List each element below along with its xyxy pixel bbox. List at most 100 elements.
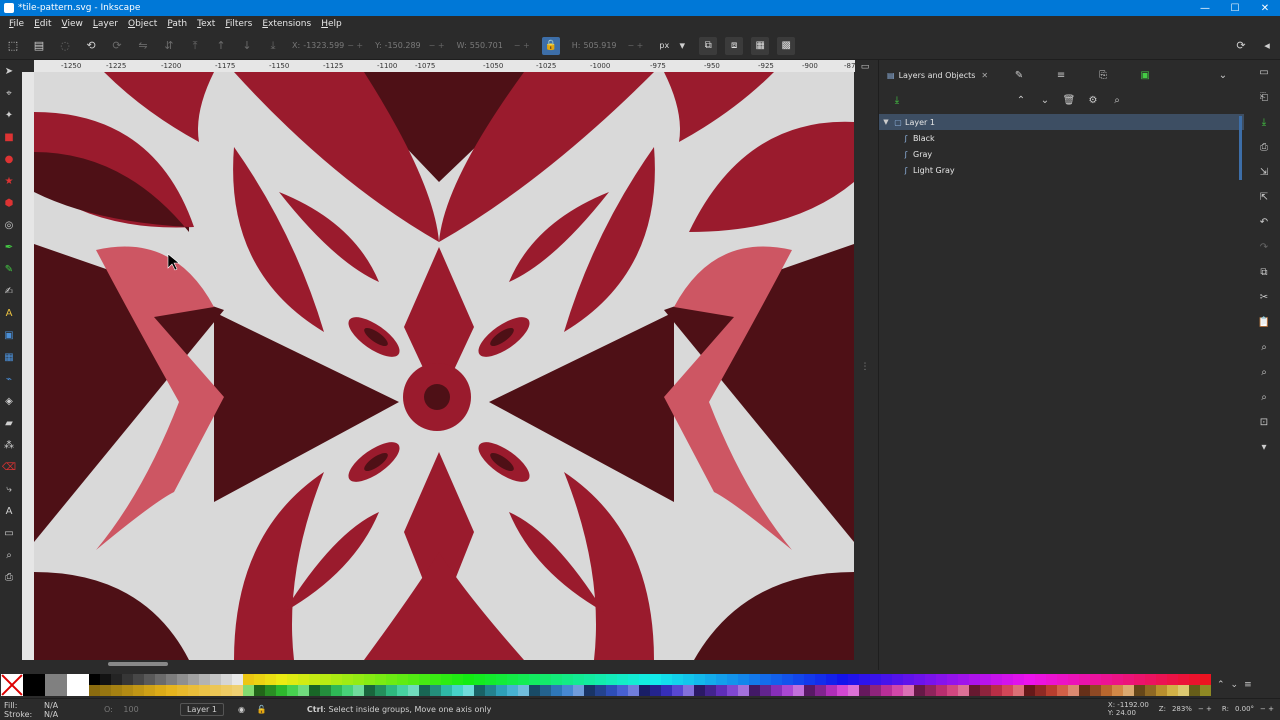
palette-swatch[interactable]: [562, 674, 573, 685]
palette-swatch[interactable]: [914, 685, 925, 696]
expand-arrow-icon[interactable]: ▼: [881, 118, 891, 126]
palette-swatch[interactable]: [254, 685, 265, 696]
palette-swatch[interactable]: [122, 674, 133, 685]
palette-swatch[interactable]: [606, 685, 617, 696]
maximize-button[interactable]: ☐: [1220, 0, 1250, 16]
palette-swatch[interactable]: [133, 674, 144, 685]
palette-swatch[interactable]: [485, 685, 496, 696]
palette-swatch[interactable]: [1046, 674, 1057, 685]
palette-swatch[interactable]: [232, 685, 243, 696]
spray-tool-icon[interactable]: ⁂: [0, 434, 18, 456]
lower-bottom-icon[interactable]: ⤓: [266, 39, 280, 53]
palette-swatch[interactable]: [100, 685, 111, 696]
palette-swatch[interactable]: [309, 685, 320, 696]
palette-swatch[interactable]: [419, 674, 430, 685]
palette-swatch[interactable]: [309, 674, 320, 685]
palette-swatch[interactable]: [1079, 674, 1090, 685]
palette-swatch[interactable]: [1057, 674, 1068, 685]
zoom-center-icon[interactable]: ⊡: [1248, 410, 1280, 435]
palette-swatch[interactable]: [639, 685, 650, 696]
delete-icon[interactable]: 🗑: [1057, 95, 1081, 106]
palette-swatch[interactable]: [474, 685, 485, 696]
palette-swatch[interactable]: [694, 685, 705, 696]
palette-swatch[interactable]: [1035, 674, 1046, 685]
menu-edit[interactable]: Edit: [29, 19, 56, 29]
palette-swatch[interactable]: [804, 674, 815, 685]
palette-swatch[interactable]: [562, 685, 573, 696]
palette-swatch[interactable]: [243, 674, 254, 685]
palette-swatch[interactable]: [210, 674, 221, 685]
tab-document-icon[interactable]: ▣: [1134, 70, 1156, 81]
palette-swatch[interactable]: [958, 685, 969, 696]
palette-swatch[interactable]: [1156, 674, 1167, 685]
palette-swatch[interactable]: [936, 674, 947, 685]
panel-resize-handle-icon[interactable]: ⋮: [855, 362, 875, 372]
y-input[interactable]: -150.289: [385, 41, 429, 50]
palette-swatch[interactable]: [452, 674, 463, 685]
eraser-alt-tool-icon[interactable]: ⌫: [0, 456, 18, 478]
palette-swatch[interactable]: [738, 674, 749, 685]
palette-swatch[interactable]: [573, 685, 584, 696]
palette-swatch[interactable]: [1200, 685, 1211, 696]
panel-scrollbar[interactable]: [1239, 116, 1242, 180]
palette-swatch[interactable]: [375, 685, 386, 696]
y-stepper-icon[interactable]: − +: [429, 41, 445, 50]
palette-down-icon[interactable]: ⌄: [1231, 680, 1239, 690]
display-mode-icon[interactable]: ▭: [855, 62, 875, 72]
palette-swatch[interactable]: [133, 685, 144, 696]
palette-swatch[interactable]: [474, 674, 485, 685]
swatch-gray[interactable]: [45, 674, 67, 696]
palette-swatch[interactable]: [1057, 685, 1068, 696]
palette-swatch[interactable]: [1156, 685, 1167, 696]
palette-swatch[interactable]: [760, 674, 771, 685]
lock-ratio-button[interactable]: 🔒: [541, 36, 560, 55]
collapse-toolbar-icon[interactable]: ◂: [1260, 39, 1274, 53]
palette-swatch[interactable]: [276, 674, 287, 685]
palette-swatch[interactable]: [111, 674, 122, 685]
palette-swatch[interactable]: [1145, 685, 1156, 696]
palette-swatch[interactable]: [276, 685, 287, 696]
palette-swatch[interactable]: [760, 685, 771, 696]
palette-swatch[interactable]: [507, 685, 518, 696]
palette-swatch[interactable]: [694, 674, 705, 685]
palette-swatch[interactable]: [826, 685, 837, 696]
palette-swatch[interactable]: [1178, 685, 1189, 696]
palette-swatch[interactable]: [837, 674, 848, 685]
palette-swatch[interactable]: [221, 674, 232, 685]
palette-swatch[interactable]: [386, 674, 397, 685]
palette-swatch[interactable]: [716, 685, 727, 696]
palette-swatch[interactable]: [617, 685, 628, 696]
palette-swatch[interactable]: [1101, 674, 1112, 685]
palette-swatch[interactable]: [705, 674, 716, 685]
import-icon[interactable]: ⇲: [1248, 160, 1280, 185]
palette-swatch[interactable]: [1145, 674, 1156, 685]
h-stepper-icon[interactable]: − +: [627, 41, 643, 50]
palette-swatch[interactable]: [1024, 685, 1035, 696]
palette-swatch[interactable]: [353, 674, 364, 685]
palette-swatch[interactable]: [155, 674, 166, 685]
palette-swatch[interactable]: [1101, 685, 1112, 696]
layer-lock-icon[interactable]: 🔓: [257, 705, 267, 714]
palette-swatch[interactable]: [793, 685, 804, 696]
palette-swatch[interactable]: [804, 685, 815, 696]
palette-swatch[interactable]: [639, 674, 650, 685]
tab-layers-objects[interactable]: ▤ Layers and Objects ✕: [887, 71, 988, 80]
calligraphy-tool-icon[interactable]: ✍: [0, 280, 18, 302]
text-tool-icon[interactable]: A: [0, 302, 18, 324]
palette-swatch[interactable]: [947, 674, 958, 685]
palette-swatch[interactable]: [144, 685, 155, 696]
layer-row-light-gray[interactable]: ʃ Light Gray: [879, 162, 1244, 178]
palette-swatch[interactable]: [1112, 685, 1123, 696]
document-props-icon[interactable]: ⎙: [0, 566, 18, 588]
palette-swatch[interactable]: [540, 674, 551, 685]
palette-swatch[interactable]: [89, 674, 100, 685]
palette-swatch[interactable]: [859, 685, 870, 696]
palette-swatch[interactable]: [837, 685, 848, 696]
palette-swatch[interactable]: [991, 685, 1002, 696]
swatch-grid[interactable]: [89, 674, 1211, 696]
palette-swatch[interactable]: [342, 685, 353, 696]
center-dot[interactable]: [424, 384, 450, 410]
palette-swatch[interactable]: [947, 685, 958, 696]
move-up-icon[interactable]: ⌃: [1009, 95, 1033, 106]
node-tool-icon[interactable]: ⌖: [0, 82, 18, 104]
